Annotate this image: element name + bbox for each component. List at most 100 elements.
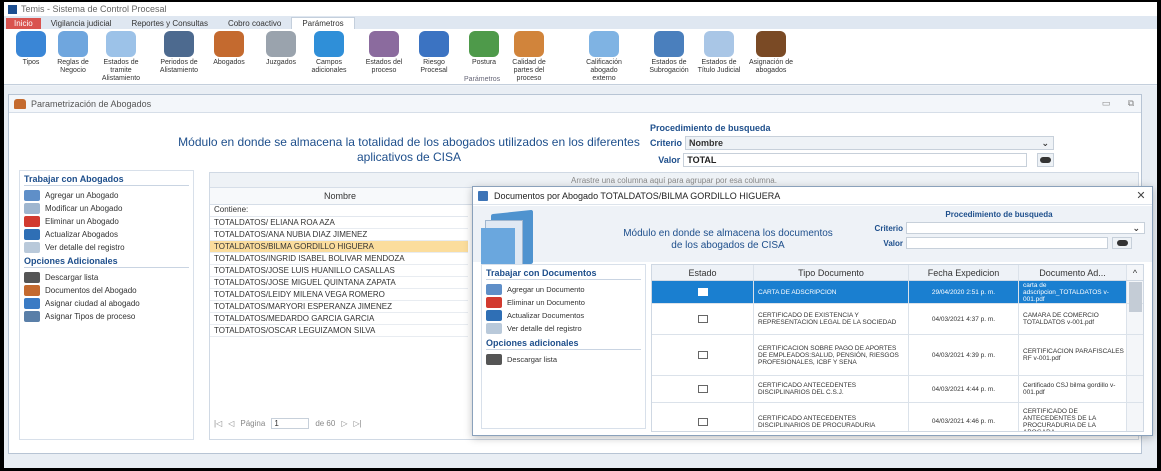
first-page-icon[interactable]: |◁	[214, 419, 222, 428]
estado-checkbox[interactable]	[697, 385, 708, 393]
ribbon-button-8[interactable]: Riesgo Procesal	[409, 31, 459, 75]
ribbon-button-14[interactable]: Asignación de abogados	[746, 31, 796, 75]
table-row[interactable]: TOTALDATOS/LEIDY MILENA VEGA ROMERO	[210, 289, 468, 301]
column-nombre[interactable]: Nombre	[210, 191, 470, 201]
tab-reportes-consultas[interactable]: Reportes y Consultas	[121, 18, 217, 29]
action-item[interactable]: Eliminar un Documento	[486, 296, 641, 309]
ribbon-button-6[interactable]: Campos adicionales	[304, 31, 354, 75]
criterio-select[interactable]: Nombre ⌄	[685, 136, 1054, 150]
cell-documento-adjunto[interactable]: CAMARA DE COMERCIO TOTALDATOS v-001.pdf	[1019, 304, 1127, 334]
estado-checkbox[interactable]	[697, 351, 708, 359]
column-fecha-expedicion[interactable]: Fecha Expedicion	[909, 265, 1019, 280]
estado-checkbox[interactable]	[697, 288, 708, 296]
column-estado[interactable]: Estado	[652, 265, 754, 280]
tab-cobro-coactivo[interactable]: Cobro coactivo	[218, 18, 291, 29]
cell-documento-adjunto[interactable]: Certificado CSJ bilma gordillo v-001.pdf	[1019, 376, 1127, 402]
table-row[interactable]: CARTA DE ADSCRIPCION 29/04/2020 2:51 p. m…	[652, 281, 1143, 304]
section-trabajar-abogados: Trabajar con Abogados	[24, 174, 189, 186]
calendar-icon	[164, 31, 194, 57]
estado-checkbox[interactable]	[697, 315, 708, 323]
restore-icon[interactable]: ⧉	[1121, 98, 1141, 109]
table-row[interactable]: TOTALDATOS/MEDARDO GARCIA GARCIA	[210, 313, 468, 325]
cell-fecha-expedicion: 29/04/2020 2:51 p. m.	[909, 281, 1019, 303]
documents-search-button[interactable]	[1112, 237, 1132, 249]
ribbon-button-11[interactable]: Calificación abogado externo	[579, 31, 629, 83]
valor-input[interactable]: TOTAL	[683, 153, 1027, 167]
action-item[interactable]: Actualizar Abogados	[24, 228, 189, 241]
cell-tipo-documento: CERTIFICACION SOBRE PAGO DE APORTES DE E…	[754, 335, 909, 375]
posture-icon	[469, 31, 499, 57]
cell-documento-adjunto[interactable]: CERTIFICADO DE ANTECEDENTES DE LA PROCUR…	[1019, 403, 1127, 431]
ribbon-button-12[interactable]: Estados de Subrogación	[644, 31, 694, 75]
ribbon-button-label: Juzgados	[266, 59, 296, 66]
gavel-icon	[756, 31, 786, 57]
action-item[interactable]: Ver detalle del registro	[486, 322, 641, 335]
table-row[interactable]: TOTALDATOS/INGRID ISABEL BOLIVAR MENDOZA	[210, 253, 468, 265]
documents-valor-label: Valor	[883, 238, 903, 248]
ribbon-button-13[interactable]: Estados de Título Judicial	[694, 31, 744, 75]
table-row[interactable]: CERTIFICADO ANTECEDENTES DISCIPLINARIOS …	[652, 376, 1143, 403]
tab-inicio[interactable]: Inicio	[6, 18, 41, 29]
cell-fecha-expedicion: 04/03/2021 4:46 p. m.	[909, 403, 1019, 431]
column-tipo-documento[interactable]: Tipo Documento	[754, 265, 909, 280]
valor-label: Valor	[658, 155, 681, 165]
action-item[interactable]: Documentos del Abogado	[24, 284, 189, 297]
action-item[interactable]: Ver detalle del registro	[24, 241, 189, 254]
ribbon-button-7[interactable]: Estados del proceso	[359, 31, 409, 75]
tab-parametros[interactable]: Parámetros	[291, 17, 355, 29]
table-row[interactable]: TOTALDATOS/MARYORI ESPERANZA JIMENEZ	[210, 301, 468, 313]
action-item[interactable]: Agregar un Abogado	[24, 189, 189, 202]
close-icon[interactable]: ✕	[1130, 189, 1152, 202]
cell-documento-adjunto[interactable]: carta de adscripcion_TOTALDATOS v-001.pd…	[1019, 281, 1127, 303]
table-row[interactable]: TOTALDATOS/JOSE LUIS HUANILLO CASALLAS	[210, 265, 468, 277]
table-row[interactable]: CERTIFICACION SOBRE PAGO DE APORTES DE E…	[652, 335, 1143, 376]
ribbon-button-9[interactable]: Postura	[459, 31, 509, 67]
prev-page-icon[interactable]: ◁	[228, 419, 234, 428]
ribbon-button-label: Tipos	[22, 59, 40, 66]
action-item[interactable]: Asignar ciudad al abogado	[24, 297, 189, 310]
ribbon-button-4[interactable]: Abogados	[204, 31, 254, 67]
ribbon-button-label: Estados de Subrogación	[649, 59, 689, 74]
action-item[interactable]: Actualizar Documentos	[486, 309, 641, 322]
search-button[interactable]	[1036, 153, 1054, 167]
ribbon-button-1[interactable]: Reglas de Negocio	[48, 31, 98, 75]
action-item[interactable]: Descargar lista	[486, 353, 641, 366]
documents-icon	[478, 190, 488, 201]
table-row[interactable]: TOTALDATOS/OSCAR LEGUIZAMON SILVA	[210, 325, 468, 337]
action-item[interactable]: Descargar lista	[24, 271, 189, 284]
estado-checkbox[interactable]	[697, 417, 708, 426]
page-count: de 60	[315, 419, 336, 428]
column-documento-adjunto[interactable]: Documento Ad...	[1019, 265, 1127, 280]
table-row[interactable]: CERTIFICADO DE EXISTENCIA Y REPRESENTACI…	[652, 304, 1143, 335]
detail-icon	[24, 242, 40, 253]
table-row[interactable]: TOTALDATOS/JOSE MIGUEL QUINTANA ZAPATA	[210, 277, 468, 289]
action-item[interactable]: Eliminar un Abogado	[24, 215, 189, 228]
ribbon-button-3[interactable]: Periodos de Alistamiento	[154, 31, 204, 75]
documents-criterio-select[interactable]: ⌄	[906, 222, 1145, 234]
ribbon-button-2[interactable]: Estados de tramite Alistamiento	[96, 31, 146, 83]
table-row[interactable]: TOTALDATOS/ANA NUBIA DIAZ JIMENEZ	[210, 229, 468, 241]
table-row[interactable]: CERTIFICADO ANTECEDENTES DISCIPLINARIOS …	[652, 403, 1143, 431]
app-title: Temis - Sistema de Control Procesal	[21, 4, 167, 14]
assign-types-icon	[24, 311, 40, 322]
page-input[interactable]: 1	[271, 418, 310, 429]
ribbon-button-10[interactable]: Calidad de partes del proceso	[504, 31, 554, 83]
action-item[interactable]: Asignar Tipos de proceso	[24, 310, 189, 323]
filter-row[interactable]: Contiene:	[210, 205, 468, 217]
scrollbar-thumb[interactable]	[1129, 282, 1142, 312]
action-item[interactable]: Agregar un Documento	[486, 283, 641, 296]
table-row[interactable]: TOTALDATOS/ ELIANA ROA AZA	[210, 217, 468, 229]
documents-actions-panel: Trabajar con Documentos Agregar un Docum…	[481, 264, 646, 429]
ribbon-button-label: Riesgo Procesal	[420, 59, 448, 74]
documents-valor-input[interactable]	[906, 237, 1108, 249]
cell-documento-adjunto[interactable]: CERTIFICACION PARAFISCALES RF v-001.pdf	[1019, 335, 1127, 375]
table-row[interactable]: TOTALDATOS/BILMA GORDILLO HIGUERA	[210, 241, 468, 253]
scroll-up-icon[interactable]: ^	[1127, 265, 1143, 280]
documents-dialog: Documentos por Abogado TOTALDATOS/BILMA …	[472, 186, 1153, 436]
next-page-icon[interactable]: ▷	[341, 419, 347, 428]
minimize-icon[interactable]: ▭	[1096, 98, 1116, 109]
ribbon-button-5[interactable]: Juzgados	[256, 31, 306, 67]
tab-vigilancia-judicial[interactable]: Vigilancia judicial	[41, 18, 122, 29]
last-page-icon[interactable]: ▷|	[354, 419, 362, 428]
action-item[interactable]: Modificar un Abogado	[24, 202, 189, 215]
